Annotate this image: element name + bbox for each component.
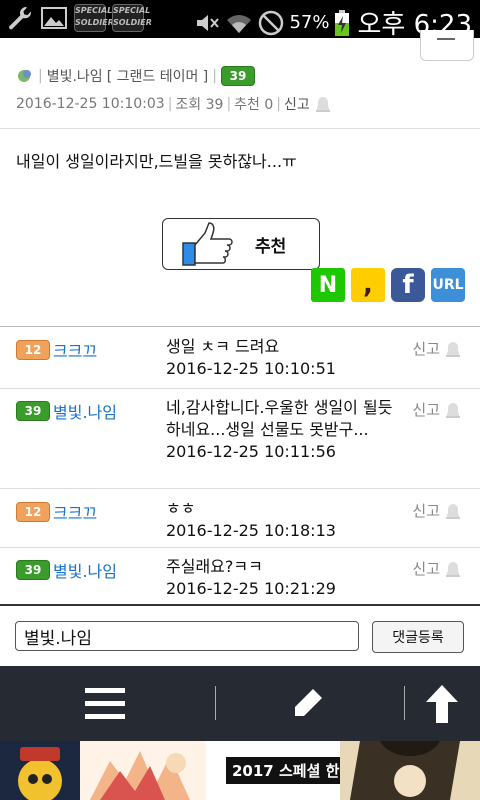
level-badge: 12 (16, 340, 50, 360)
pencil-icon (295, 688, 322, 716)
scroll-top-button[interactable] (412, 666, 472, 741)
comment-author[interactable]: 크크끄 (53, 338, 97, 362)
comment-date: 2016-12-25 10:11:56 (166, 442, 336, 461)
comment-date: 2016-12-25 10:10:51 (166, 359, 336, 378)
arrow-up-icon (426, 684, 458, 723)
comment-item: 39 별빛.나임 네,감사합니다.우울한 생일이 될듯하네요...생일 선물도 … (0, 389, 480, 489)
no-signal-icon (259, 10, 284, 35)
kakao-share-icon[interactable]: , (351, 268, 385, 302)
divider (404, 686, 405, 720)
recommend-label: 추천 (255, 236, 287, 257)
level-badge: 12 (16, 502, 50, 522)
image-icon (41, 7, 67, 29)
share-buttons: N , f URL (311, 268, 465, 302)
report-link[interactable]: 신고 (412, 399, 440, 420)
write-button[interactable] (262, 666, 352, 741)
report-link[interactable]: 신고 (284, 94, 310, 114)
thumbs-up-icon (182, 222, 233, 266)
top-menu-button[interactable] (420, 30, 474, 61)
divider (0, 326, 480, 327)
bell-icon[interactable] (444, 340, 462, 358)
comment-date: 2016-12-25 10:21:29 (166, 579, 336, 598)
comment-author[interactable]: 크크끄 (53, 500, 97, 524)
character-art-icon (80, 741, 206, 800)
ad-image[interactable] (80, 741, 206, 800)
bell-icon[interactable] (314, 95, 332, 113)
recommend-button[interactable]: 추천 (162, 218, 320, 270)
wrench-icon (9, 6, 32, 30)
comment-date: 2016-12-25 10:18:13 (166, 521, 336, 540)
bell-icon[interactable] (444, 560, 462, 578)
battery-percent: 57% (289, 12, 330, 33)
menu-button[interactable] (60, 666, 150, 741)
status-bar: SPECIAL SOLDIER SPECIAL SOLDIER 57% 오후 6:2… (0, 0, 480, 40)
comment-text: 주실래요?ㅋㅋ (166, 557, 263, 576)
post-author[interactable]: 별빛.나임 (47, 66, 103, 86)
post-date: 2016-12-25 10:10:03 (16, 96, 165, 112)
naver-share-icon[interactable]: N (311, 268, 345, 302)
report-link[interactable]: 신고 (412, 500, 440, 521)
user-icon (18, 70, 31, 82)
mute-icon (197, 14, 220, 31)
comment-text: ㅎㅎ (166, 499, 196, 518)
character-art-icon (340, 741, 480, 800)
divider (0, 128, 480, 129)
post-body: 내일이 생일이라지만,드빌을 못하잖나...ㅠ (16, 152, 297, 171)
app-badge-icon: SPECIAL SOLDIER (74, 4, 114, 32)
comment-author[interactable]: 별빛.나임 (53, 399, 117, 423)
comment-text: 네,감사합니다.우울한 생일이 될듯하네요...생일 선물도 못받구... (166, 398, 393, 439)
bell-icon[interactable] (444, 502, 462, 520)
bottom-nav (0, 666, 480, 741)
divider (0, 488, 480, 489)
level-badge: 39 (220, 66, 255, 86)
comment-item: 12 크크끄 생일 ㅊㅋ 드려요 2016-12-25 10:10:51 신고 (0, 328, 480, 388)
battery-icon (334, 9, 349, 36)
post-views: 조회 39 (175, 97, 224, 113)
comment-input[interactable] (15, 621, 359, 651)
menu-line-icon (437, 38, 455, 40)
level-badge: 39 (16, 560, 50, 580)
bell-icon[interactable] (444, 401, 462, 419)
ad-image[interactable]: 2017 스페셜 한정판 (206, 741, 340, 800)
menu-icon (85, 687, 125, 719)
ad-image[interactable] (340, 741, 480, 800)
comment-form: 댓글등록 (0, 606, 480, 666)
game-logo-icon (0, 741, 80, 800)
report-link[interactable]: 신고 (412, 338, 440, 359)
ad-banner-strip[interactable]: 2017 스페셜 한정판 (0, 741, 480, 800)
post-team: [ 그랜드 테이머 ] (106, 69, 209, 85)
comment-author[interactable]: 별빛.나임 (53, 558, 117, 582)
comment-item: 39 별빛.나임 주실래요?ㅋㅋ 2016-12-25 10:21:29 신고 (0, 548, 480, 604)
url-share-icon[interactable]: URL (431, 268, 465, 302)
level-badge: 39 (16, 401, 50, 421)
comment-submit-button[interactable]: 댓글등록 (372, 621, 464, 653)
app-badge-icon: SPECIAL SOLDIER (112, 4, 152, 32)
divider (215, 686, 216, 720)
ad-banner-text: 2017 스페셜 한정판 (226, 757, 340, 784)
comment-text: 생일 ㅊㅋ 드려요 (166, 337, 280, 356)
post-recommends: 추천 0 (234, 97, 274, 113)
facebook-share-icon[interactable]: f (391, 268, 425, 302)
comment-item: 12 크크끄 ㅎㅎ 2016-12-25 10:18:13 신고 (0, 490, 480, 548)
ad-image[interactable] (0, 741, 80, 800)
report-link[interactable]: 신고 (412, 558, 440, 579)
wifi-icon (227, 14, 252, 33)
